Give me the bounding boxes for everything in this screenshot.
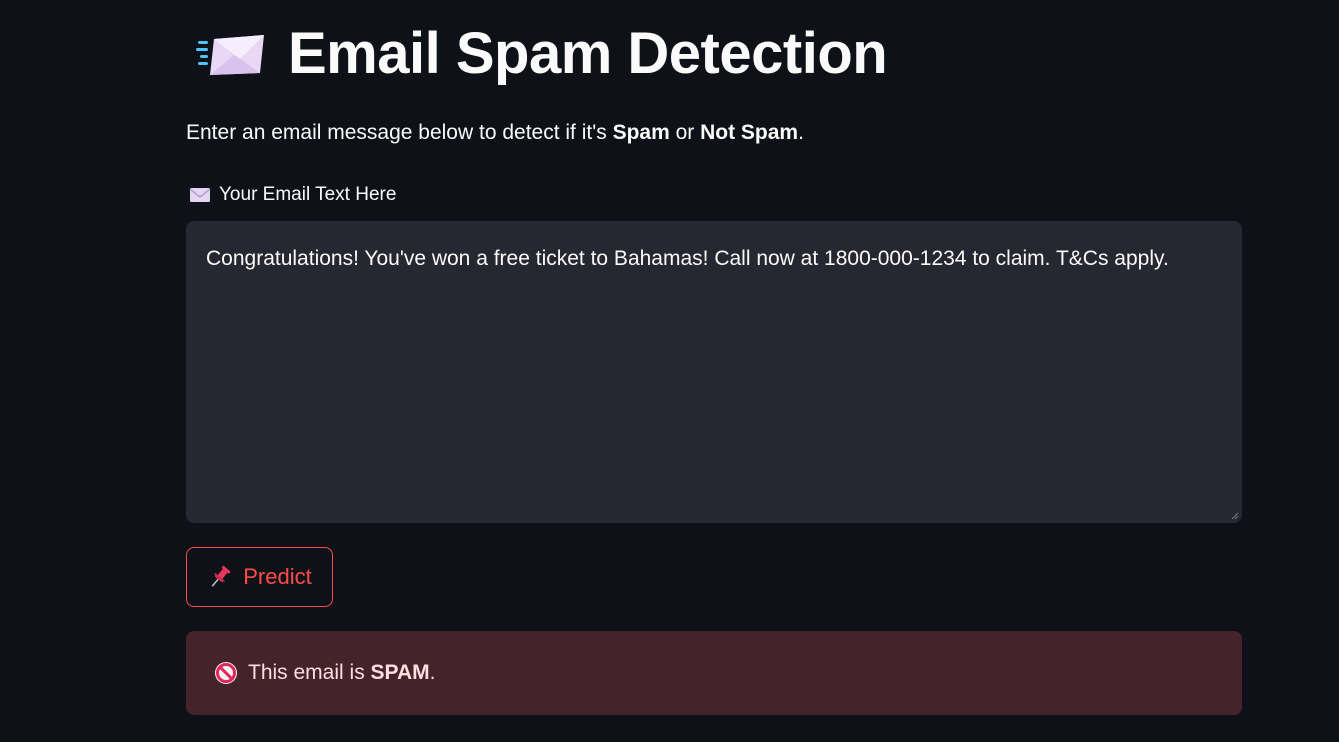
intro-suffix: .	[798, 121, 804, 144]
predict-button-label: Predict	[243, 564, 312, 589]
email-field-label: Your Email Text Here	[189, 184, 396, 206]
intro-spam-word: Spam	[612, 121, 670, 144]
predict-button[interactable]: Predict	[186, 547, 333, 607]
intro-prefix: Enter an email message below to detect i…	[186, 121, 613, 144]
result-suffix: .	[429, 661, 436, 684]
email-textarea-container: Congratulations! You've won a free ticke…	[186, 221, 1242, 523]
intro-text: Enter an email message below to detect i…	[186, 121, 804, 145]
envelope-icon	[189, 188, 211, 202]
email-field-label-text: Your Email Text Here	[219, 184, 397, 205]
flying-envelope-icon	[196, 35, 264, 75]
intro-not-spam-word: Not Spam	[700, 121, 799, 144]
intro-middle: or	[669, 121, 701, 144]
prohibited-icon	[215, 662, 237, 684]
result-verdict: SPAM	[370, 661, 430, 684]
result-prefix: This email is	[248, 661, 365, 684]
page-header: Email Spam Detection	[194, 14, 888, 94]
pushpin-icon	[211, 565, 231, 587]
email-textarea[interactable]: Congratulations! You've won a free ticke…	[206, 241, 1222, 503]
page-title: Email Spam Detection	[288, 21, 888, 86]
resize-handle-icon[interactable]	[1231, 512, 1239, 520]
result-alert: This email is SPAM.	[186, 631, 1242, 715]
